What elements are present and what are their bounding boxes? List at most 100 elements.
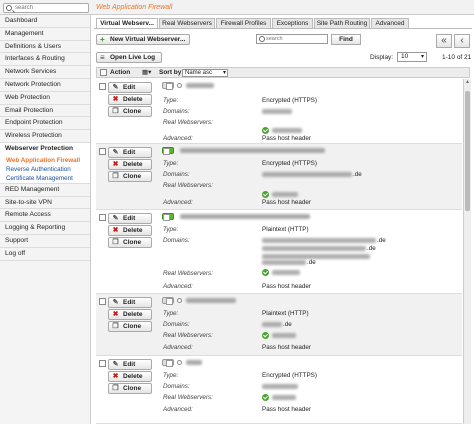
edit-icon: ✎ xyxy=(112,361,119,368)
delete-button[interactable]: ✖ Delete xyxy=(108,94,152,105)
row-checkbox[interactable] xyxy=(99,214,106,221)
edit-icon: ✎ xyxy=(112,215,119,222)
status-toggle[interactable] xyxy=(162,297,174,305)
clone-label: Clone xyxy=(123,173,142,180)
domains-value-2: .de xyxy=(367,245,376,252)
sidebar-item-remote-access[interactable]: Remote Access xyxy=(0,209,90,223)
global-search-input[interactable] xyxy=(15,4,87,12)
advanced-label: Advanced: xyxy=(163,344,193,351)
clone-button[interactable]: ❐ Clone xyxy=(108,106,152,117)
open-live-log-button[interactable]: ≡ Open Live Log xyxy=(96,52,162,63)
sidebar-item-network-protection[interactable]: Network Protection xyxy=(0,79,90,92)
search-icon xyxy=(259,36,265,42)
sort-select[interactable]: Name asc xyxy=(182,69,228,77)
delete-button[interactable]: ✖ Delete xyxy=(108,309,152,320)
sidebar-item-dashboard[interactable]: Dashboard xyxy=(0,15,90,28)
row-checkbox[interactable] xyxy=(99,148,106,155)
tab-real-webservers[interactable]: Real Webservers xyxy=(159,18,215,28)
server-ok-icon xyxy=(262,127,269,134)
sidebar-item-interfaces[interactable]: Interfaces & Routing xyxy=(0,53,90,67)
first-page-button[interactable]: « xyxy=(436,34,452,48)
sidebar-item-logoff[interactable]: Log off xyxy=(0,248,90,261)
tab-advanced[interactable]: Advanced xyxy=(371,18,409,28)
sidebar-item-definitions[interactable]: Definitions & Users xyxy=(0,41,90,54)
sidebar-item-web-protection[interactable]: Web Protection xyxy=(0,92,90,105)
edit-button[interactable]: ✎ Edit xyxy=(108,82,152,93)
delete-label: Delete xyxy=(123,161,143,168)
scroll-up-icon[interactable]: ▲ xyxy=(464,79,471,87)
row-checkbox[interactable] xyxy=(99,360,106,367)
edit-button[interactable]: ✎ Edit xyxy=(108,359,152,370)
tab-firewall-profiles[interactable]: Firewall Profiles xyxy=(216,18,271,28)
sidebar-item-management[interactable]: Management xyxy=(0,28,90,41)
clone-label: Clone xyxy=(123,239,142,246)
list-item: ✎ Edit ✖ Delete ❐ Clone Type: Plaintext (HT… xyxy=(96,210,462,294)
sidebar-item-webserver-protection[interactable]: Webserver Protection xyxy=(0,142,90,156)
type-value: Encrypted (HTTPS) xyxy=(262,372,317,379)
page-range: 1-10 of 21 xyxy=(442,54,472,61)
status-toggle[interactable] xyxy=(162,359,174,367)
domains-value-3: .de xyxy=(307,259,316,266)
real-webserver-value xyxy=(272,128,302,133)
edit-label: Edit xyxy=(123,361,136,368)
domains-value: .de xyxy=(377,237,386,244)
real-webserver-value xyxy=(272,333,296,338)
domains-blur xyxy=(262,246,366,251)
delete-button[interactable]: ✖ Delete xyxy=(108,371,152,382)
clone-button[interactable]: ❐ Clone xyxy=(108,383,152,394)
delete-button[interactable]: ✖ Delete xyxy=(108,225,152,236)
status-toggle[interactable] xyxy=(162,82,174,90)
clone-label: Clone xyxy=(123,385,142,392)
domains-value: .de xyxy=(353,171,362,178)
select-all-checkbox[interactable] xyxy=(100,69,107,76)
real-webservers-label: Real Webservers: xyxy=(163,270,213,277)
sidebar-item-logging[interactable]: Logging & Reporting xyxy=(0,222,90,235)
prev-page-button[interactable]: ‹ xyxy=(454,34,470,48)
new-virtual-webserver-button[interactable]: + New Virtual Webserver... xyxy=(96,34,190,45)
edit-label: Edit xyxy=(123,84,136,91)
sidebar-item-support[interactable]: Support xyxy=(0,235,90,248)
sidebar-item-site-to-site-vpn[interactable]: Site-to-site VPN xyxy=(0,197,90,210)
sidebar-sub-waf[interactable]: Web Application Firewall xyxy=(0,155,90,165)
clone-button[interactable]: ❐ Clone xyxy=(108,171,152,182)
domains-label: Domains: xyxy=(163,171,190,178)
delete-button[interactable]: ✖ Delete xyxy=(108,159,152,170)
sidebar-sub-cert-mgmt[interactable]: Certificate Management xyxy=(0,173,90,184)
clone-button[interactable]: ❐ Clone xyxy=(108,237,152,248)
domains-label: Domains: xyxy=(163,108,190,115)
delete-icon: ✖ xyxy=(112,311,119,318)
status-toggle[interactable] xyxy=(162,147,174,155)
list-search-input[interactable] xyxy=(266,35,326,43)
find-button[interactable]: Find xyxy=(331,34,361,45)
sidebar-item-endpoint-protection[interactable]: Endpoint Protection xyxy=(0,117,90,131)
tab-exceptions[interactable]: Exceptions xyxy=(272,18,313,28)
list-search[interactable] xyxy=(256,34,328,44)
display-select[interactable]: 10 xyxy=(397,52,427,62)
top-bar: Web Application Firewall xyxy=(0,0,474,15)
delete-icon: ✖ xyxy=(112,96,119,103)
status-toggle[interactable] xyxy=(162,213,174,221)
row-checkbox[interactable] xyxy=(99,298,106,305)
domains-label: Domains: xyxy=(163,383,190,390)
tab-site-path-routing[interactable]: Site Path Routing xyxy=(314,18,370,28)
domains-value xyxy=(262,384,298,389)
sidebar-item-email-protection[interactable]: Email Protection xyxy=(0,105,90,118)
list-scrollbar[interactable]: ▲ xyxy=(463,79,471,424)
global-search[interactable] xyxy=(3,3,89,13)
domains-blur xyxy=(262,238,376,243)
sidebar-item-wireless-protection[interactable]: Wireless Protection xyxy=(0,130,90,143)
row-checkbox[interactable] xyxy=(99,83,106,90)
sidebar-item-red-management[interactable]: RED Management xyxy=(0,184,90,197)
edit-button[interactable]: ✎ Edit xyxy=(108,213,152,224)
action-header: Action xyxy=(110,69,131,76)
scrollbar-thumb[interactable] xyxy=(465,91,470,211)
edit-button[interactable]: ✎ Edit xyxy=(108,297,152,308)
list-item: ✎ Edit ✖ Delete ❐ Clone Type: Encrypted (HT… xyxy=(96,79,462,144)
row-title xyxy=(186,298,236,303)
sidebar-item-network-services[interactable]: Network Services xyxy=(0,66,90,79)
sidebar-sub-reverse-auth[interactable]: Reverse Authentication xyxy=(0,164,90,174)
edit-button[interactable]: ✎ Edit xyxy=(108,147,152,158)
bulk-action-icon[interactable]: ▦▾ xyxy=(142,68,151,77)
clone-button[interactable]: ❐ Clone xyxy=(108,321,152,332)
delete-label: Delete xyxy=(123,96,143,103)
